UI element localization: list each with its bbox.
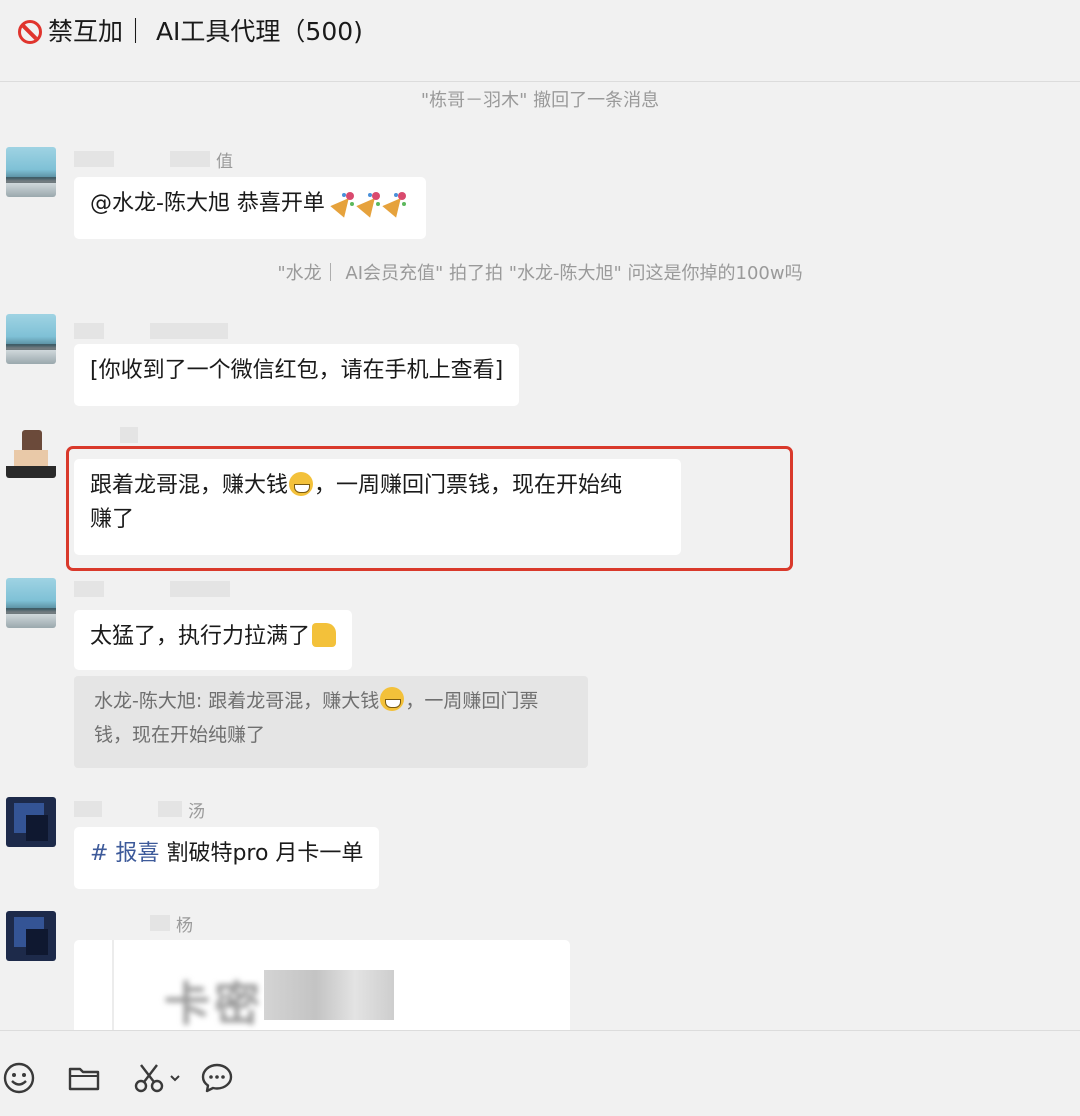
- avatar[interactable]: [6, 797, 56, 847]
- blurred-name: [170, 581, 230, 597]
- red-packet-message[interactable]: [你收到了一个微信红包，请在手机上查看]: [74, 344, 520, 406]
- blurred-name: [120, 427, 138, 443]
- sender-name: [74, 320, 234, 342]
- party-popper-icon: [332, 190, 356, 214]
- blurred-name: [74, 801, 102, 817]
- blurred-name: [170, 151, 210, 167]
- input-toolbar: [0, 1030, 1080, 1116]
- folder-icon[interactable]: [67, 1061, 101, 1095]
- quoted-message[interactable]: 水龙-陈大旭: 跟着龙哥混，赚大钱 ，一周赚回门票 钱，现在开始纯赚了: [74, 676, 588, 768]
- chat-history-icon[interactable]: [200, 1061, 234, 1095]
- mosaic-overlay: [264, 970, 394, 1020]
- message-bubble[interactable]: # 报喜 割破特pro 月卡一单: [74, 827, 380, 889]
- sender-name: [74, 578, 236, 600]
- blurred-name: [150, 323, 228, 339]
- avatar[interactable]: [6, 578, 56, 628]
- blurred-name: [74, 151, 114, 167]
- party-popper-icon: [384, 190, 408, 214]
- blurred-name: [74, 323, 104, 339]
- sender-name: 汤: [74, 798, 205, 822]
- grinning-face-icon: [380, 687, 405, 711]
- chat-title-text: 禁互加｜ AI工具代理（500): [48, 17, 363, 46]
- chat-header: 禁互加｜ AI工具代理（500): [0, 0, 1080, 82]
- blurred-name: [150, 915, 170, 931]
- avatar[interactable]: [6, 428, 56, 478]
- topic-tag[interactable]: # 报喜: [90, 841, 159, 866]
- blurred-name: [74, 581, 104, 597]
- emoji-icon[interactable]: [2, 1061, 36, 1095]
- blurred-name: [158, 801, 182, 817]
- chat-title: 禁互加｜ AI工具代理（500): [18, 14, 363, 50]
- avatar[interactable]: [6, 911, 56, 961]
- party-popper-icon: [358, 190, 382, 214]
- sender-name: 值: [74, 148, 233, 172]
- scissors-icon[interactable]: [133, 1061, 185, 1095]
- sender-name: [120, 424, 144, 446]
- no-entry-icon: [18, 20, 42, 44]
- image-card-message[interactable]: 卡密: [74, 940, 570, 1040]
- avatar[interactable]: [6, 314, 56, 364]
- highlight-box: [66, 446, 793, 571]
- blurred-card-text: 卡密: [164, 977, 264, 1031]
- thumbs-up-icon: [312, 623, 337, 647]
- message-bubble[interactable]: 太猛了，执行力拉满了: [74, 610, 353, 670]
- system-message: "栋哥－羽木" 撤回了一条消息: [420, 90, 660, 111]
- system-message: "水龙｜ AI会员充值" 拍了拍 "水龙-陈大旭" 问这是你掉的100w吗: [277, 263, 803, 284]
- sender-name: 杨: [150, 912, 193, 936]
- avatar[interactable]: [6, 147, 56, 197]
- message-bubble[interactable]: @水龙-陈大旭 恭喜开单: [74, 177, 426, 239]
